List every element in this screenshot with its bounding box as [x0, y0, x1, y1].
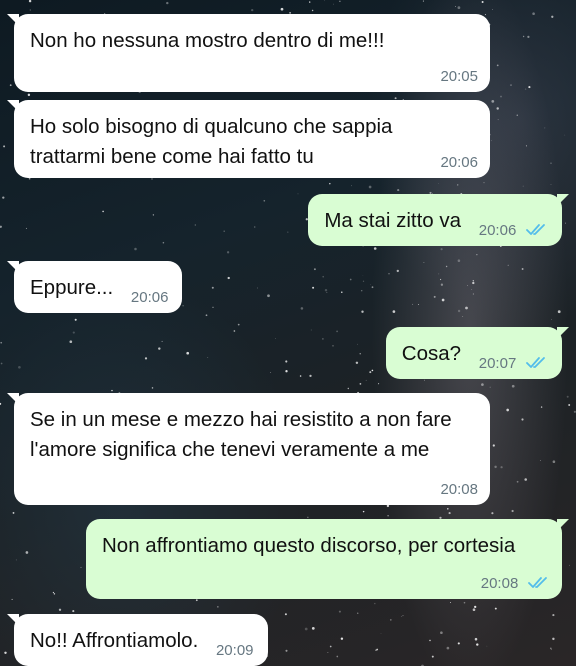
- message-incoming[interactable]: Non ho nessuna mostro dentro di me!!! 20…: [7, 14, 490, 92]
- message-incoming[interactable]: Ho solo bisogno di qualcuno che sappia t…: [7, 100, 490, 178]
- message-outgoing[interactable]: Cosa? 20:07: [385, 327, 570, 379]
- message-text: Non affrontiamo questo discorso, per cor…: [102, 534, 516, 557]
- message-text: Ma stai zitto va: [324, 209, 462, 232]
- double-check-read-icon: [528, 577, 547, 588]
- message-timestamp: 20:08: [440, 481, 478, 498]
- message-outgoing[interactable]: Non affrontiamo questo discorso, per cor…: [86, 519, 569, 599]
- message-text: Se in un mese e mezzo hai resistito a no…: [30, 408, 452, 461]
- message-text: Eppure...: [30, 276, 114, 299]
- message-timestamp: 20:08: [480, 575, 519, 592]
- message-incoming[interactable]: Se in un mese e mezzo hai resistito a no…: [7, 393, 490, 505]
- double-check-read-icon: [526, 224, 545, 235]
- message-incoming[interactable]: Eppure... 20:06: [6, 261, 183, 313]
- message-timestamp: 20:06: [130, 289, 169, 306]
- message-timestamp: 20:07: [478, 355, 517, 372]
- message-timestamp: 20:09: [215, 642, 254, 659]
- double-check-read-icon: [526, 357, 545, 368]
- message-timestamp: 20:06: [440, 154, 478, 171]
- message-outgoing[interactable]: Ma stai zitto va 20:06: [308, 194, 569, 246]
- message-text: Non ho nessuna mostro dentro di me!!!: [30, 29, 385, 52]
- message-text: No!! Affrontiamolo.: [30, 629, 199, 652]
- message-timestamp: 20:06: [478, 222, 517, 239]
- message-incoming[interactable]: No!! Affrontiamolo. 20:09: [7, 614, 268, 666]
- message-text: Cosa?: [401, 342, 462, 365]
- message-timestamp: 20:05: [440, 68, 478, 85]
- message-text: Ho solo bisogno di qualcuno che sappia t…: [30, 115, 393, 168]
